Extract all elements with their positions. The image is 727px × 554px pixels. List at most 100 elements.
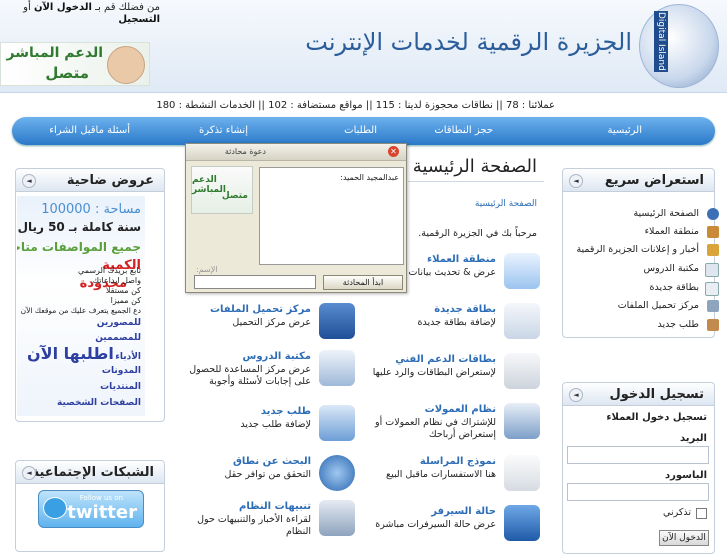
chat-logo-line-2: متصل (221, 191, 248, 201)
offers-title: عروض ضاحية (66, 173, 154, 188)
service-new-ticket[interactable]: بطاقة جديدة لإضافة بطاقة جديدة (370, 303, 540, 347)
twitter-wordmark: twitter (67, 502, 137, 523)
logo-text: Digital Island (654, 11, 668, 72)
quick-item-lessons[interactable]: مكتبة الدروس (644, 263, 699, 274)
login-now-link[interactable]: الدخول الآن (34, 2, 92, 13)
quick-browse-title: استعراض سريع (604, 173, 704, 188)
chat-title: دعوة محادثة (224, 147, 266, 156)
service-support-tickets[interactable]: بطاقات الدعم الفني لإستعراض البطاقات وال… (370, 353, 540, 397)
quick-item-clients[interactable]: منطقة العملاء (645, 226, 699, 237)
service-title: بطاقة جديدة (434, 304, 496, 315)
stats-bar: عملائنا : 78 || نطاقات محجوزة لدينا : 11… (156, 100, 555, 111)
login-prompt-text: من فضلك قم بـ (95, 2, 160, 13)
ad-tagline-4: كن مميزا (110, 296, 141, 305)
house-icon (707, 226, 719, 238)
service-title: منطقة العملاء (427, 254, 496, 265)
calculator-add-icon (319, 405, 355, 441)
service-domain-search[interactable]: البحث عن نطاق التحقق من توافر حقل (185, 455, 355, 499)
quick-item-news[interactable]: أخبار و إعلانات الجزيرة الرقمية (576, 244, 699, 255)
collapse-icon[interactable]: ◄ (22, 174, 36, 188)
book-search-icon (319, 350, 355, 386)
start-chat-button[interactable]: ابدأ المحادثة (323, 275, 403, 290)
search-icon (705, 263, 719, 277)
chat-name-input[interactable] (194, 275, 316, 289)
login-header: تسجيل الدخول ◄ (563, 383, 714, 406)
nav-presales[interactable]: أسئلة ماقبل الشراء (49, 125, 130, 136)
service-title: نموذج المراسلة (419, 456, 496, 467)
login-button[interactable]: الدخول الآن (659, 530, 709, 546)
service-title: طلب جديد (260, 406, 311, 417)
news-icon (707, 244, 719, 256)
main-nav: الرئيسية حجز النطاقات الطلبات إنشاء تذكر… (12, 117, 715, 145)
quick-browse-header: استعراض سريع ◄ (563, 169, 714, 192)
collapse-icon[interactable]: ◄ (22, 466, 36, 480)
service-lessons[interactable]: مكتبة الدروس عرض مركز المساعدة للحصول عل… (185, 350, 355, 394)
nav-new-ticket[interactable]: إنشاء تذكرة (199, 125, 248, 136)
service-title: نظام العمولات (424, 404, 496, 415)
chat-name-label: الإسم: (196, 265, 218, 274)
service-title: حالة السيرفر (431, 506, 496, 517)
quick-item-order[interactable]: طلب جديد (657, 319, 699, 330)
nav-orders[interactable]: الطلبات (344, 125, 377, 136)
email-label: البريد (679, 433, 707, 444)
service-desc: عرض حالة السيرفرات مباشرة (375, 519, 496, 530)
service-desc: للإشتراك في نظام العمولات أو إستعراض أرب… (375, 417, 496, 440)
download-icon (707, 300, 719, 312)
service-title: البحث عن نطاق (232, 456, 311, 467)
login-prompt-or: أو (23, 2, 31, 13)
site-logo[interactable]: Digital Island (639, 4, 719, 88)
collapse-icon[interactable]: ◄ (569, 388, 583, 402)
service-desc: عرض مركز التحميل (232, 317, 311, 328)
live-support-banner[interactable]: الدعم المباشر متصل (0, 42, 150, 86)
service-desc: لإضافة طلب جديد (240, 419, 311, 430)
login-prompt: من فضلك قم بـ الدخول الآن أو التسجيل (4, 2, 160, 26)
edit-icon (705, 282, 719, 296)
twitter-follow-button[interactable]: Follow us on twitter (38, 490, 144, 528)
box-icon (707, 319, 719, 331)
ad-price: سنة كاملة بـ 50 ريال (17, 220, 141, 234)
service-affiliates[interactable]: نظام العمولات للإشتراك في نظام العمولات … (370, 403, 540, 447)
page-title: الصفحة الرئيسية (412, 156, 537, 177)
service-new-order[interactable]: طلب جديد لإضافة طلب جديد (185, 405, 355, 449)
support-line-2: متصل (45, 64, 89, 82)
service-title: مركز تحميل الملفات (209, 304, 311, 315)
bar-chart-icon (319, 500, 355, 536)
password-field[interactable] (567, 483, 709, 501)
nav-domains[interactable]: حجز النطاقات (434, 125, 493, 136)
service-title: بطاقات الدعم الفني (395, 354, 496, 365)
chat-message-area[interactable]: عبدالمجيد الحميد: (259, 167, 404, 265)
register-link[interactable]: التسجيل (118, 14, 160, 25)
chat-titlebar[interactable]: دعوة محادثة ✕ (186, 144, 406, 161)
collapse-icon[interactable]: ◄ (569, 174, 583, 188)
add-document-icon (504, 303, 540, 339)
service-desc: لإضافة بطاقة جديدة (417, 317, 497, 328)
quick-item-ticket[interactable]: بطاقة جديدة (650, 282, 699, 293)
save-disk-icon (319, 303, 355, 339)
magnifier-icon (504, 353, 540, 389)
service-contact-form[interactable]: نموذج المراسلة هنا الاستفسارات ماقبل الب… (370, 455, 540, 499)
ad-cta: اطلبها الآن (27, 344, 114, 363)
email-field[interactable] (567, 446, 709, 464)
service-notifications[interactable]: تنبيهات النظام لقراءة الأخبار والتنبيهات… (185, 500, 355, 544)
breadcrumb[interactable]: الصفحة الرئيسية (475, 199, 537, 209)
pen-paper-icon (504, 455, 540, 491)
service-downloads[interactable]: مركز تحميل الملفات عرض مركز التحميل (185, 303, 355, 347)
ad-audience-3: الأدباء (115, 352, 141, 362)
users-icon (504, 403, 540, 439)
service-desc: لإستعراض البطاقات والرد عليها (372, 367, 496, 378)
hosting-offer-ad[interactable]: مساحة : 100000 سنة كاملة بـ 50 ريال جميع… (17, 196, 145, 416)
ad-specs: جميع المواصفات متاحة (17, 240, 141, 254)
service-desc: عرض مركز المساعدة للحصول على إجابات لأسئ… (189, 364, 311, 387)
social-header: الشبكات الإجتماعية ◄ (16, 461, 164, 484)
service-server-status[interactable]: حالة السيرفر عرض حالة السيرفرات مباشرة (370, 505, 540, 549)
remember-checkbox[interactable] (696, 508, 707, 519)
quick-item-downloads[interactable]: مركز تحميل الملفات (618, 300, 699, 311)
quick-item-home[interactable]: الصفحة الرئيسية (633, 208, 699, 219)
close-icon[interactable]: ✕ (388, 146, 399, 157)
twitter-follow-text: Follow us on (79, 494, 123, 502)
nav-home[interactable]: الرئيسية (608, 125, 642, 136)
offers-header: عروض ضاحية ◄ (16, 169, 164, 192)
login-box: تسجيل الدخول ◄ (562, 382, 715, 554)
welcome-text: مرحباً بك في الجزيرة الرقمية. (418, 228, 537, 239)
twitter-bird-icon (43, 497, 67, 519)
